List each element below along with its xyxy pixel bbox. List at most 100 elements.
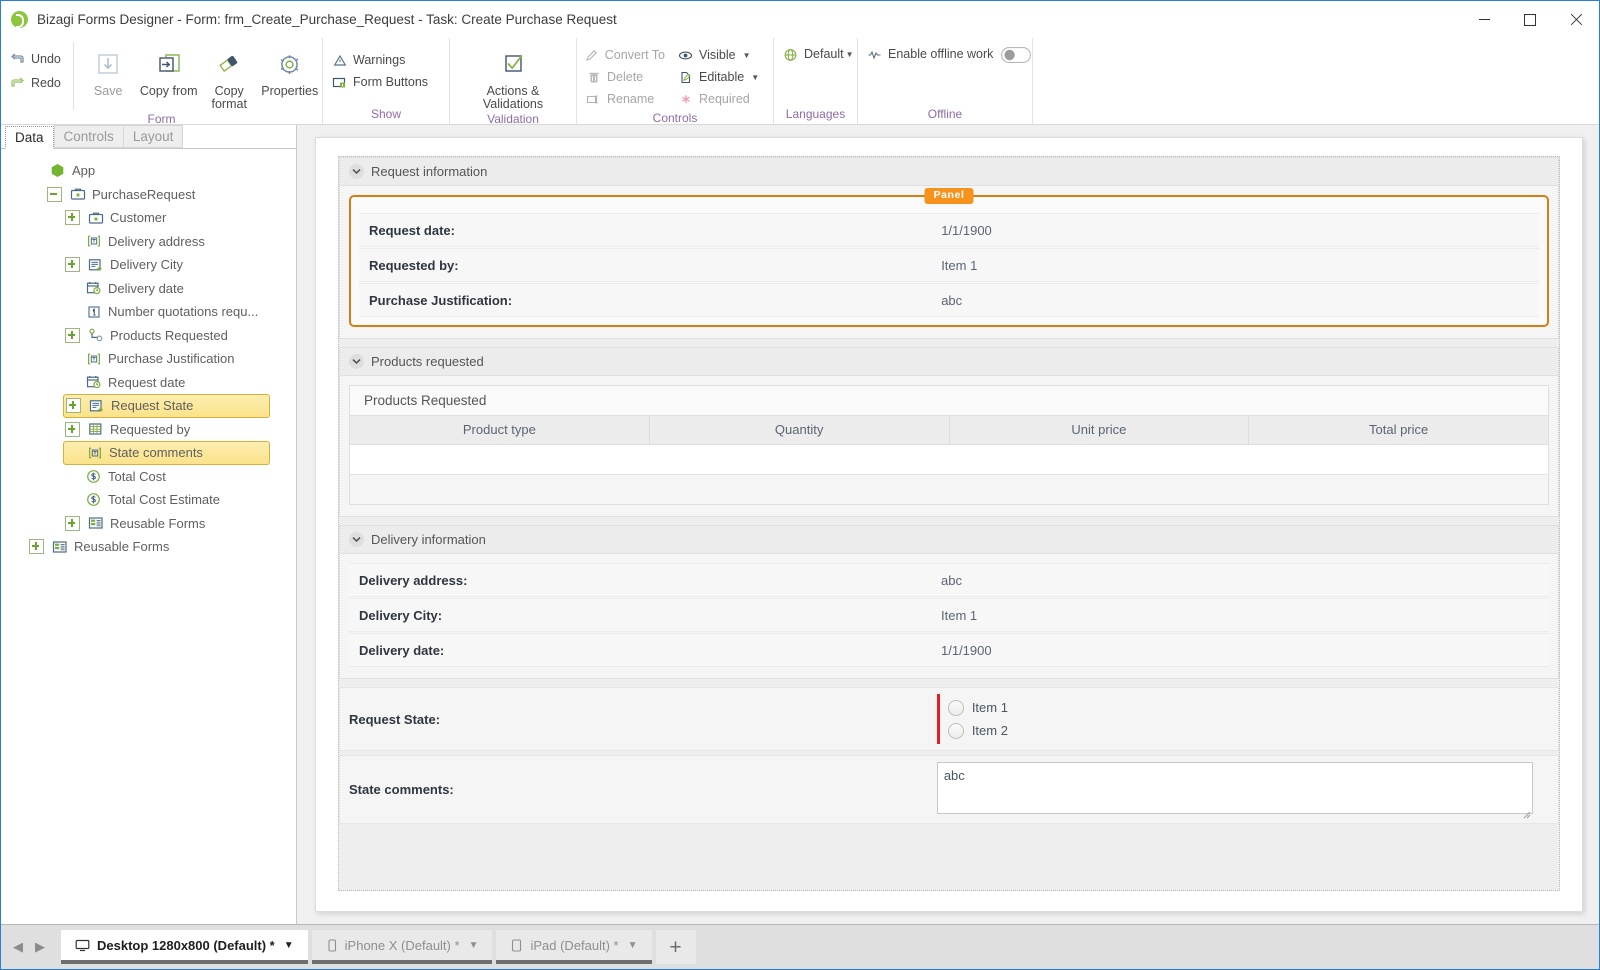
field-row-request-date[interactable]: Request date: 1/1/1900 (359, 213, 1539, 247)
ribbon-group-offline: Enable offline work Offline (858, 38, 1033, 124)
enable-offline-work-toggle[interactable]: Enable offline work (860, 44, 1037, 65)
copy-format-button[interactable]: Copy format (199, 42, 260, 111)
chevron-down-icon[interactable]: ▼ (469, 940, 479, 951)
field-row-requested-by[interactable]: Requested by: Item 1 (359, 248, 1539, 282)
actions-validations-button[interactable]: Actions & Validations (457, 42, 569, 111)
expand-icon[interactable] (65, 210, 80, 226)
rename-button[interactable]: Rename (579, 89, 671, 110)
resize-grip-icon[interactable] (1522, 807, 1531, 819)
field-row-state-comments[interactable]: State comments: (339, 755, 1559, 824)
expand-icon[interactable] (65, 421, 80, 437)
chevron-down-icon[interactable]: ▼ (743, 51, 751, 60)
tree-item-delivery-city[interactable]: Delivery City (63, 253, 270, 277)
panel-container[interactable]: Panel Request date: 1/1/1900 Requested b… (349, 188, 1549, 327)
chevron-down-icon[interactable] (349, 354, 364, 369)
chevron-down-icon[interactable] (349, 532, 364, 547)
state-comments-input[interactable] (936, 762, 1534, 814)
tree-item-reusable-forms[interactable]: Reusable Forms (63, 512, 270, 536)
tree-item-state-comments[interactable]: State comments (63, 441, 270, 465)
state-comments-control[interactable] (936, 756, 1558, 823)
chevron-down-icon[interactable]: ▼ (628, 940, 638, 951)
tree-item-purchase-justification[interactable]: Purchase Justification (63, 347, 270, 371)
offline-switch[interactable] (1001, 46, 1032, 63)
field-label: Request date: (369, 222, 455, 238)
collapse-icon[interactable] (47, 186, 62, 202)
tree-item-customer[interactable]: Customer (63, 206, 270, 230)
ribbon-group-form: Undo Redo Save Copy from Copy format Pro… (1, 38, 323, 126)
radio-option-item-1[interactable]: Item 1 (947, 696, 1008, 719)
field-row-delivery-city[interactable]: Delivery City: Item 1 (349, 598, 1549, 632)
undo-button[interactable]: Undo (3, 48, 67, 71)
tab-layout[interactable]: Layout (122, 125, 184, 148)
tree-item-delivery-address[interactable]: Delivery address (63, 230, 270, 254)
next-device-button[interactable]: ▶ (29, 932, 51, 962)
section-header-products-requested[interactable]: Products requested (339, 347, 1559, 375)
section-title: Delivery information (371, 532, 486, 547)
expand-icon[interactable] (29, 539, 44, 555)
field-row-delivery-date[interactable]: Delivery date: 1/1/1900 (349, 633, 1549, 667)
products-grid[interactable]: Products Requested Product type Quantity… (349, 385, 1549, 505)
request-state-control[interactable]: Item 1 Item 2 (936, 688, 1558, 750)
tree-item-label: App (72, 163, 96, 179)
default-language-button[interactable]: Default ▼ (776, 44, 860, 65)
copy-from-button[interactable]: Copy from (138, 42, 199, 98)
app-hex-icon (48, 163, 67, 179)
radio-option-item-2[interactable]: Item 2 (947, 719, 1008, 742)
close-button[interactable] (1553, 1, 1599, 38)
prev-device-button[interactable]: ◀ (7, 932, 29, 962)
tree-item-label: Delivery address (108, 233, 205, 249)
form-buttons-button[interactable]: Form Buttons (325, 72, 434, 93)
minimize-button[interactable] (1461, 1, 1507, 38)
tab-controls[interactable]: Controls (53, 125, 124, 148)
expand-icon[interactable] (66, 398, 81, 414)
required-button[interactable]: Required (671, 89, 765, 110)
chevron-down-icon[interactable]: ▼ (284, 940, 294, 951)
radio-group-request-state[interactable]: Item 1 Item 2 (936, 694, 1008, 744)
section-header-request-information[interactable]: Request information (339, 157, 1559, 185)
device-tab-iphone-x[interactable]: iPhone X (Default) * ▼ (311, 930, 493, 964)
chevron-down-icon[interactable] (349, 164, 364, 179)
editable-button[interactable]: Editable ▼ (671, 67, 765, 88)
tree-item-number-quotations-requ[interactable]: Number quotations requ... (63, 300, 270, 324)
device-tab-desktop[interactable]: Desktop 1280x800 (Default) * ▼ (61, 930, 308, 964)
tree-item-request-state[interactable]: Request State (63, 394, 270, 418)
save-button[interactable]: Save (78, 42, 139, 98)
maximize-button[interactable] (1507, 1, 1553, 38)
tree-item-total-cost[interactable]: Total Cost (63, 465, 270, 489)
grid-column-quantity[interactable]: Quantity (650, 416, 950, 444)
delete-button[interactable]: Delete (579, 67, 671, 88)
tab-data[interactable]: Data (5, 126, 54, 149)
section-header-delivery-information[interactable]: Delivery information (339, 525, 1559, 553)
default-language-label: Default (804, 47, 844, 61)
expand-icon[interactable] (65, 327, 80, 343)
grid-column-product-type[interactable]: Product type (350, 416, 650, 444)
tree-item-app[interactable]: App (27, 159, 270, 183)
grid-column-total-price[interactable]: Total price (1249, 416, 1548, 444)
grid-column-unit-price[interactable]: Unit price (950, 416, 1250, 444)
visible-button[interactable]: Visible ▼ (671, 45, 765, 66)
tree-item-delivery-date[interactable]: Delivery date (63, 277, 270, 301)
expand-icon[interactable] (65, 257, 80, 273)
tree-item-products-requested[interactable]: Products Requested (63, 324, 270, 348)
tree-item-reusable-forms[interactable]: Reusable Forms (27, 535, 270, 559)
save-icon (95, 48, 121, 82)
tree-item-purchaserequest[interactable]: PurchaseRequest (45, 183, 270, 207)
field-row-request-state[interactable]: Request State: Item 1 Item 2 (339, 687, 1559, 751)
field-row-purchase-justification[interactable]: Purchase Justification: abc (359, 283, 1539, 317)
radio-icon[interactable] (947, 722, 964, 739)
convert-to-button[interactable]: Convert To (579, 45, 671, 66)
tree-item-requested-by[interactable]: Requested by (63, 418, 270, 442)
warnings-button[interactable]: Warnings (325, 50, 434, 71)
redo-button[interactable]: Redo (3, 72, 67, 95)
tree-item-total-cost-estimate[interactable]: Total Cost Estimate (63, 488, 270, 512)
device-tab-ipad[interactable]: iPad (Default) * ▼ (496, 930, 652, 964)
add-device-button[interactable]: + (655, 930, 696, 964)
tree-item-request-date[interactable]: Request date (63, 371, 270, 395)
expand-icon[interactable] (65, 515, 80, 531)
radio-icon[interactable] (947, 699, 964, 716)
chevron-down-icon[interactable]: ▼ (846, 50, 854, 59)
properties-button[interactable]: Properties (259, 42, 320, 98)
chevron-down-icon[interactable]: ▼ (751, 73, 759, 82)
field-row-delivery-address[interactable]: Delivery address: abc (349, 563, 1549, 597)
